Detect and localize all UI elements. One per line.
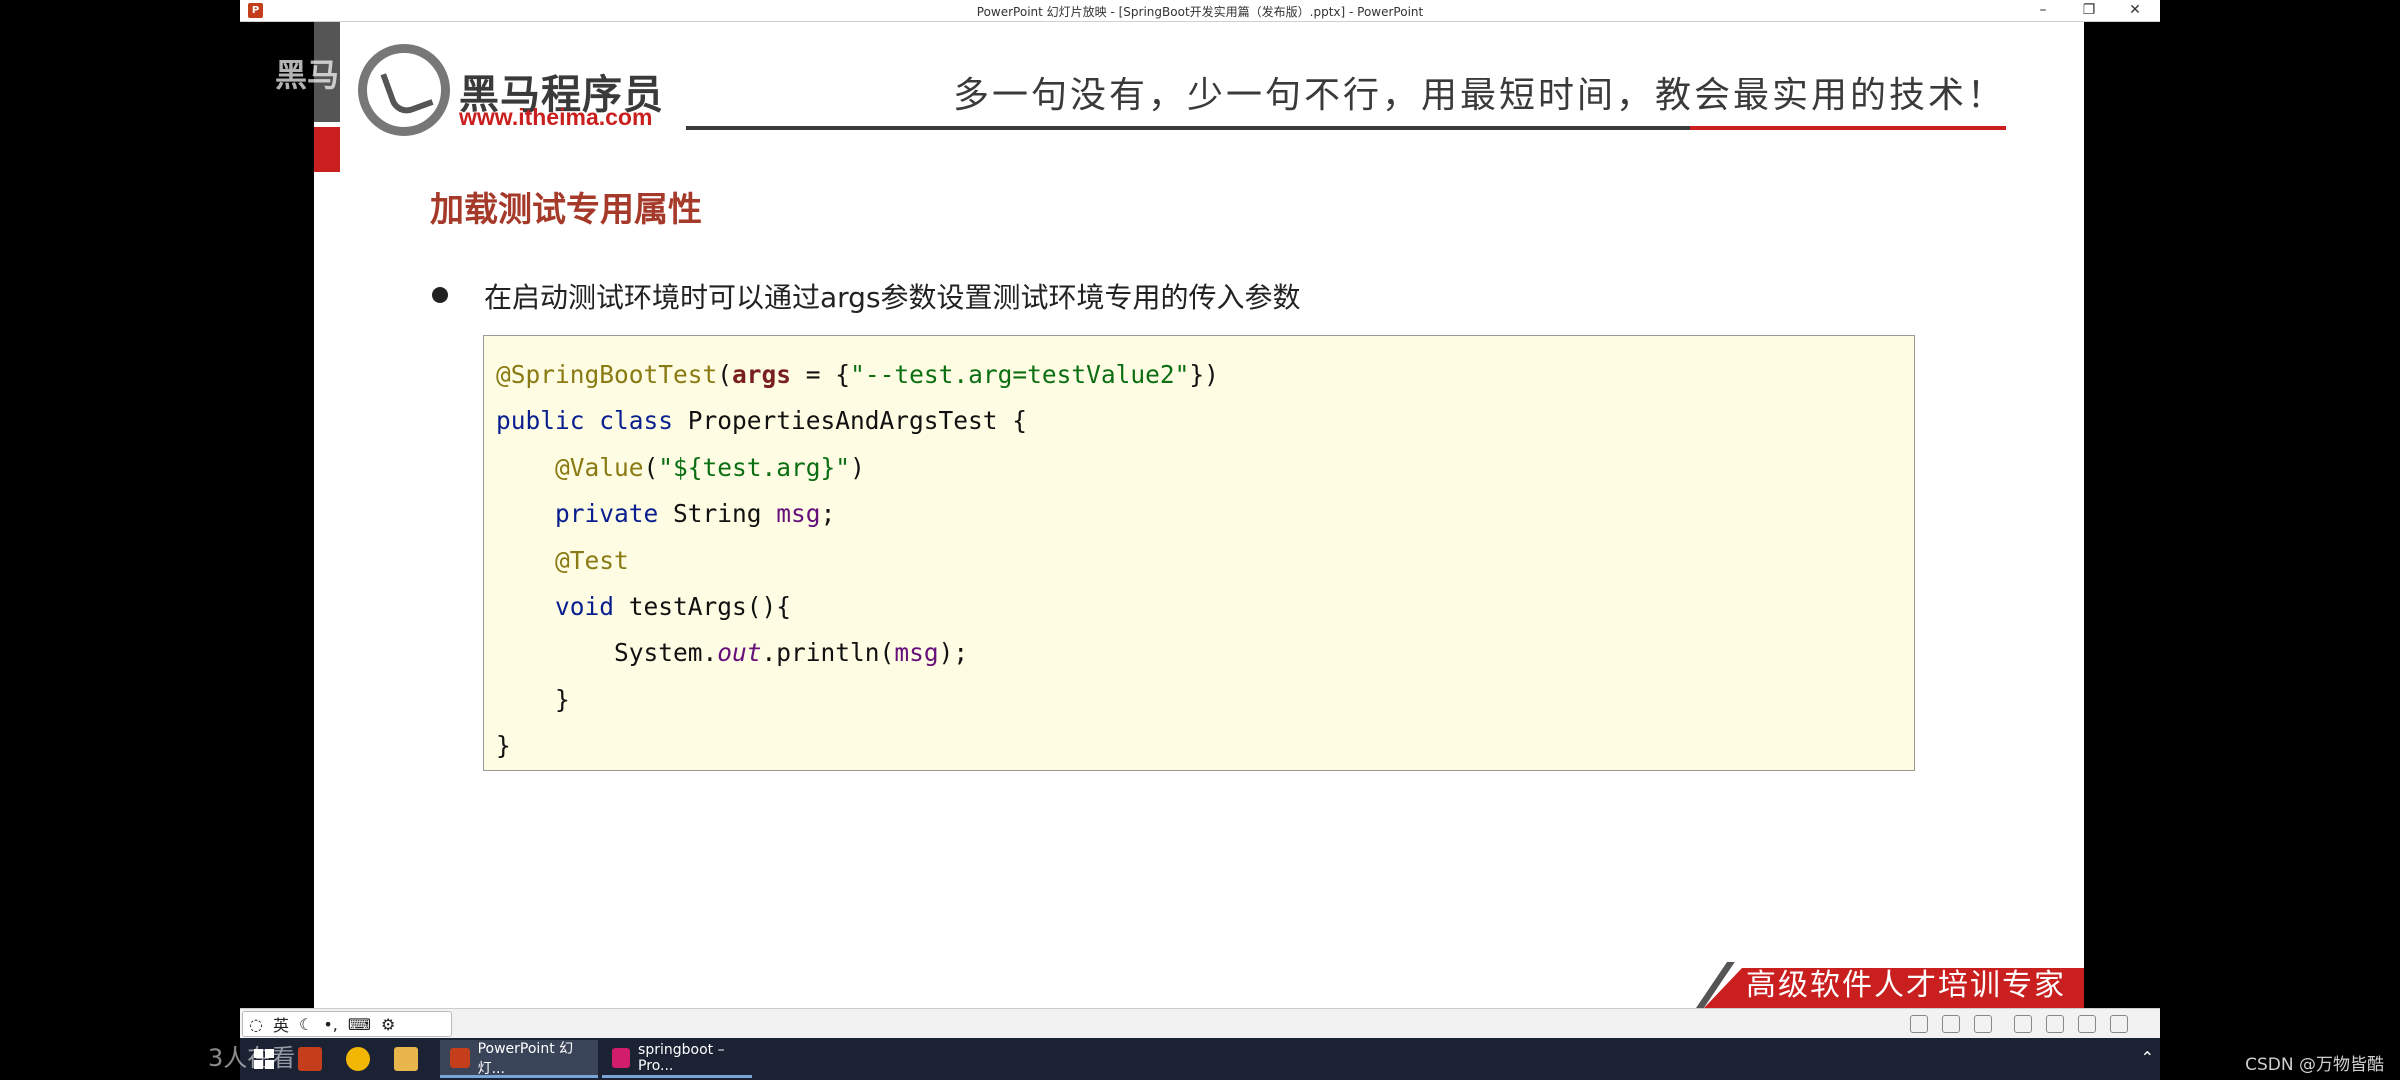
code-text: ( [643,452,659,482]
ime-keyboard-icon[interactable]: ⌨ [348,1015,371,1034]
logo-url: www.itheima.com [459,104,653,130]
chrome-icon[interactable] [346,1047,370,1071]
code-text: }) [1189,360,1219,389]
code-text: String [658,499,777,529]
ime-settings-icon[interactable]: ⚙ [381,1015,395,1034]
normal-view-icon[interactable] [2014,1015,2032,1033]
code-line-5: @Test [496,538,1219,584]
bullet-icon [432,287,448,303]
code-field: msg [894,638,939,668]
next-slide-icon[interactable] [1974,1015,1992,1033]
prev-slide-icon[interactable] [1910,1015,1928,1033]
code-keyword: void [555,592,615,622]
file-explorer-icon[interactable] [394,1047,418,1071]
code-text: ( [717,360,733,389]
window-title: PowerPoint 幻灯片放映 - [SpringBoot开发实用篇（发布版）… [976,5,1424,19]
app-taskbar-icon[interactable] [298,1047,322,1071]
code-text: PropertiesAndArgsTest { [673,406,1028,436]
ime-punct-icon[interactable]: •, [323,1015,338,1034]
csdn-watermark: CSDN @万物皆酷 [2245,1055,2384,1075]
ime-language-label[interactable]: 英 [273,1012,289,1036]
slogan-underline-accent [1690,126,2006,130]
code-line-9: } [496,731,511,761]
minimize-button[interactable]: – [2020,0,2066,22]
slide-left-bar-red [314,127,340,172]
tray-chevron-icon[interactable]: ⌃ [2141,1048,2154,1067]
reading-view-icon[interactable] [2078,1015,2096,1033]
code-line-3: @Value("${test.arg}") [496,445,1219,491]
taskbar-powerpoint-label: PowerPoint 幻灯... [477,1040,574,1077]
bullet-text: 在启动测试环境时可以通过args参数设置测试环境专用的传入参数 [484,281,1301,314]
slideshow-toolbar: ◌ 英 ☾ •, ⌨ ⚙ [240,1008,2160,1038]
intellij-icon [612,1047,631,1068]
code-content: @SpringBootTest(args = {"--test.arg=test… [496,352,1219,770]
code-text: ) [850,452,865,482]
slide: 黑马程序员 www.itheima.com 多一句没有，少一句不行，用最短时间，… [314,22,2084,1008]
windows-taskbar: PowerPoint 幻灯... springboot – Pro... ⌃ [240,1038,2160,1080]
code-text: testArgs(){ [614,592,792,622]
ime-logo-icon[interactable]: ◌ [249,1015,263,1034]
code-line-4: private String msg; [496,491,1219,537]
banner-text: 高级软件人才培训专家 [1746,968,2066,1003]
restore-button[interactable]: ❐ [2066,0,2112,22]
code-param: args [732,360,792,389]
code-string: "--test.arg=testValue2" [850,360,1190,389]
taskbar-intellij[interactable]: springboot – Pro... [602,1040,752,1078]
ime-toolbar[interactable]: ◌ 英 ☾ •, ⌨ ⚙ [242,1011,452,1037]
code-annotation: @SpringBootTest [496,360,718,389]
code-line-1: @SpringBootTest(args = {"--test.arg=test… [496,352,1219,398]
code-text: System. [614,638,718,668]
slide-menu-icon[interactable] [1942,1015,1960,1033]
slide-sorter-icon[interactable] [2046,1015,2064,1033]
code-text: ); [938,638,969,668]
code-string: "${test.arg}" [658,452,851,482]
code-text: ; [820,499,836,529]
code-annotation: @Test [555,545,629,575]
code-line-7: System.out.println(msg); [496,630,1219,676]
itheima-logo-icon [358,44,450,136]
code-block: @SpringBootTest(args = {"--test.arg=test… [483,335,1915,771]
code-text: = { [791,360,851,389]
code-line-2: public class PropertiesAndArgsTest { [496,398,1219,444]
code-line-6: void testArgs(){ [496,584,1219,630]
code-annotation: @Value [555,452,644,482]
ime-moon-icon[interactable]: ☾ [299,1015,313,1034]
code-field: msg [776,499,821,529]
close-button[interactable]: ✕ [2112,0,2158,22]
slide-title: 加载测试专用属性 [430,190,702,230]
powerpoint-taskbar-icon [450,1047,470,1068]
code-text: .println( [761,638,895,668]
live-viewer-count: 3人在看 [208,1044,296,1072]
slide-slogan: 多一句没有，少一句不行，用最短时间，教会最实用的技术！ [952,75,2006,116]
code-static-field: out [717,638,762,668]
slideshow-view-icon[interactable] [2110,1015,2128,1033]
code-line-8: } [496,684,570,714]
code-keyword: private [555,499,659,529]
stream-watermark: 黑马 [275,56,340,94]
taskbar-powerpoint[interactable]: PowerPoint 幻灯... [440,1040,598,1078]
code-keyword: public class [496,406,674,436]
window-titlebar: P PowerPoint 幻灯片放映 - [SpringBoot开发实用篇（发布… [240,0,2160,22]
taskbar-intellij-label: springboot – Pro... [638,1041,725,1074]
